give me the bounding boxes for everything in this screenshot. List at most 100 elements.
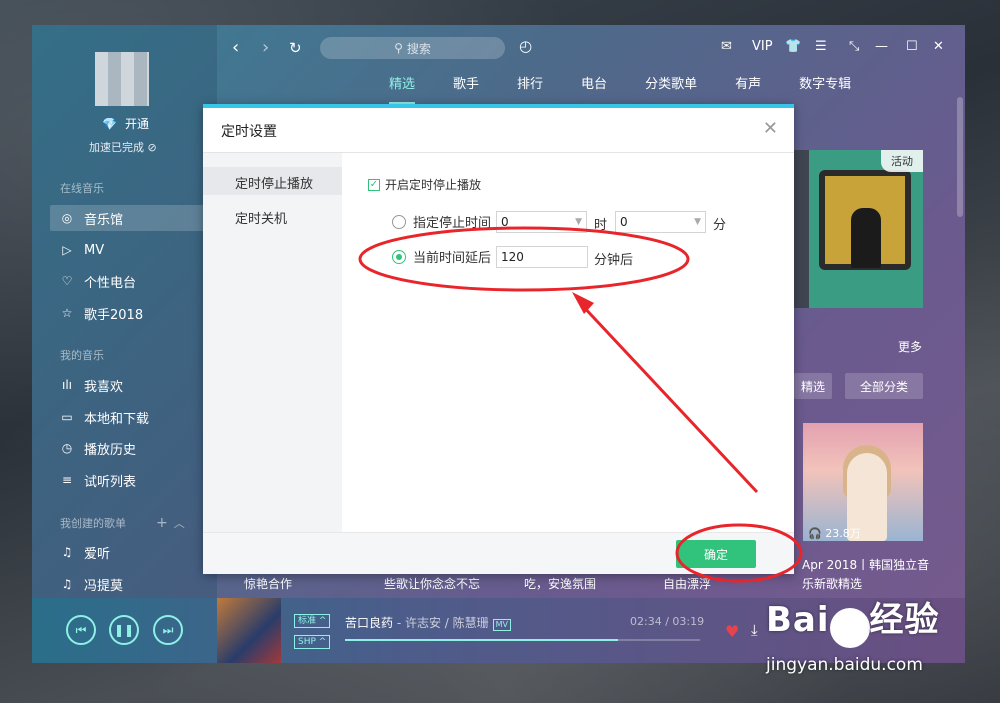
side-shutdown[interactable]: 定时关机 <box>235 208 287 227</box>
open-vip-link[interactable]: 开通 <box>125 115 149 132</box>
monitor-icon: ▭ <box>61 410 73 424</box>
event-badge: 活动 <box>881 150 923 172</box>
collapse-icon[interactable]: ︿ <box>174 517 185 530</box>
sidebar-item-history[interactable]: ◷ 播放历史 <box>50 435 215 461</box>
play-time: 02:34 / 03:19 <box>630 615 705 628</box>
delay-unit: 分钟后 <box>594 253 634 268</box>
playlist-caption[interactable]: 自由漂浮 <box>663 575 711 592</box>
confirm-button[interactable]: 确定 <box>676 540 756 568</box>
option-specific-time[interactable]: 指定停止时间 <box>392 212 491 231</box>
pause-icon[interactable]: ❚❚ <box>109 615 139 645</box>
radio-heart-icon: ♡ <box>61 274 73 288</box>
sidebar-item-favorites[interactable]: ılı 我喜欢 <box>50 372 215 398</box>
more-link[interactable]: 更多 <box>898 338 922 355</box>
sidebar-item-local[interactable]: ▭ 本地和下载 <box>50 404 215 430</box>
mail-icon[interactable]: ✉ <box>721 39 732 54</box>
forward-icon[interactable]: › <box>262 37 269 58</box>
baidu-paw-logo <box>829 607 870 648</box>
playlist-title-1[interactable]: Apr 2018丨韩国独立音 <box>802 556 929 573</box>
tab-featured[interactable]: 精选 <box>370 76 434 104</box>
song-title[interactable]: 苦口良药 <box>345 616 393 630</box>
dialog-footer: 确定 <box>203 532 794 574</box>
playlist-cover[interactable] <box>803 423 923 541</box>
tab-playlists[interactable]: 分类歌单 <box>626 76 716 104</box>
now-playing: 苦口良药 - 许志安 / 陈慧珊 MV <box>345 614 512 631</box>
sidebar-item-mv[interactable]: ▷ MV <box>50 237 215 263</box>
quality-button[interactable]: 标准 ^ <box>294 614 331 628</box>
speed-status: 加速已完成 ⊘ <box>89 141 157 154</box>
radio-specific-time[interactable] <box>392 214 406 229</box>
silhouette-image <box>851 208 881 268</box>
hour-unit: 时 <box>594 218 608 233</box>
dialog-sidebar: 定时停止播放 定时关机 <box>203 153 342 532</box>
prev-icon[interactable]: ⏮ <box>66 615 96 645</box>
playlist-title-2[interactable]: 乐新歌精选 <box>802 575 862 592</box>
option-delay[interactable]: 当前时间延后 <box>392 247 491 266</box>
note-icon: ♫ <box>61 545 73 559</box>
delay-minutes-input[interactable]: 120 <box>496 246 588 268</box>
diamond-icon: 💎 <box>102 116 117 131</box>
mv-badge[interactable]: MV <box>492 619 512 631</box>
filter-featured[interactable]: 精选 <box>794 373 832 399</box>
tab-radio[interactable]: 电台 <box>562 76 626 104</box>
recognize-icon[interactable]: ◴ <box>519 37 532 55</box>
album-cover[interactable] <box>217 598 281 663</box>
progress-fill <box>345 639 619 641</box>
play-count: 🎧 23.8万 <box>808 527 861 540</box>
tab-audio[interactable]: 有声 <box>716 76 780 104</box>
sidebar-item-singer[interactable]: ☆ 歌手2018 <box>50 300 215 326</box>
event-banner[interactable]: 活动 <box>809 150 923 308</box>
skin-icon[interactable]: 👕 <box>785 39 801 54</box>
baidu-watermark: Bai 经验 <box>766 592 940 648</box>
dialog-close-icon[interactable]: ✕ <box>763 118 778 139</box>
enable-timer-checkbox[interactable]: ✓ 开启定时停止播放 <box>368 176 481 193</box>
mv-icon: ▷ <box>62 243 72 257</box>
minimize-icon[interactable]: — <box>875 39 888 54</box>
sidebar-item-radio[interactable]: ♡ 个性电台 <box>50 268 215 294</box>
minute-unit: 分 <box>713 218 727 233</box>
music-hall-icon: ◎ <box>61 211 73 225</box>
maximize-icon[interactable]: ☐ <box>906 39 918 54</box>
tab-singers[interactable]: 歌手 <box>434 76 498 104</box>
side-stop-playback[interactable]: 定时停止播放 <box>235 173 313 192</box>
check-circle-icon: ⊘ <box>147 141 157 154</box>
dropdown-caret-icon: ▼ <box>575 217 582 227</box>
note-icon: ♫ <box>61 577 73 591</box>
section-online: 在线音乐 <box>60 182 104 195</box>
star-icon: ☆ <box>61 306 73 320</box>
playlist-item[interactable]: ♫ 冯提莫 <box>50 571 215 597</box>
radio-delay-selected[interactable] <box>392 249 406 264</box>
heart-icon[interactable]: ♥ <box>725 622 739 641</box>
clock-icon: ◷ <box>61 441 73 455</box>
close-icon[interactable]: ✕ <box>933 39 944 54</box>
playlist-caption[interactable]: 惊艳合作 <box>244 575 292 592</box>
mini-mode-icon[interactable]: ⤡ <box>849 39 859 54</box>
filter-all-categories[interactable]: 全部分类 <box>845 373 923 399</box>
vip-row[interactable]: 💎 开通 <box>102 115 149 132</box>
playlist-caption[interactable]: 些歌让你念念不忘 <box>384 575 480 592</box>
hour-select[interactable]: 0 ▼ <box>496 211 587 233</box>
sidebar-item-trial[interactable]: ≡ 试听列表 <box>50 467 215 493</box>
minute-select[interactable]: 0 ▼ <box>615 211 706 233</box>
tab-charts[interactable]: 排行 <box>498 76 562 104</box>
sound-effect-button[interactable]: SHP ^ <box>294 635 331 649</box>
playlist-caption[interactable]: 吃，安逸氛围 <box>524 575 596 592</box>
avatar[interactable] <box>95 52 149 106</box>
refresh-icon[interactable]: ↻ <box>289 39 302 57</box>
progress-bar[interactable] <box>345 639 700 641</box>
vip-icon[interactable]: VIP <box>752 39 773 54</box>
list-icon: ≡ <box>61 473 73 487</box>
playlist-item[interactable]: ♫ 爱听 <box>50 539 215 565</box>
artist[interactable]: - 许志安 / 陈慧珊 <box>393 616 489 630</box>
sidebar-item-music-hall[interactable]: ◎ 音乐馆 <box>50 205 215 231</box>
tab-digital-album[interactable]: 数字专辑 <box>780 76 870 104</box>
next-icon[interactable]: ⏭ <box>153 615 183 645</box>
download-icon[interactable]: ⤓ <box>751 621 758 639</box>
scrollbar[interactable] <box>957 97 963 217</box>
add-playlist-icon[interactable]: + <box>156 515 168 531</box>
main-tabs: 精选 歌手 排行 电台 分类歌单 有声 数字专辑 <box>370 76 870 104</box>
dialog-title: 定时设置 <box>221 124 277 140</box>
back-icon[interactable]: ‹ <box>232 37 239 58</box>
menu-icon[interactable]: ☰ <box>815 39 827 54</box>
search-input[interactable]: ⚲ 搜索 <box>320 37 505 59</box>
